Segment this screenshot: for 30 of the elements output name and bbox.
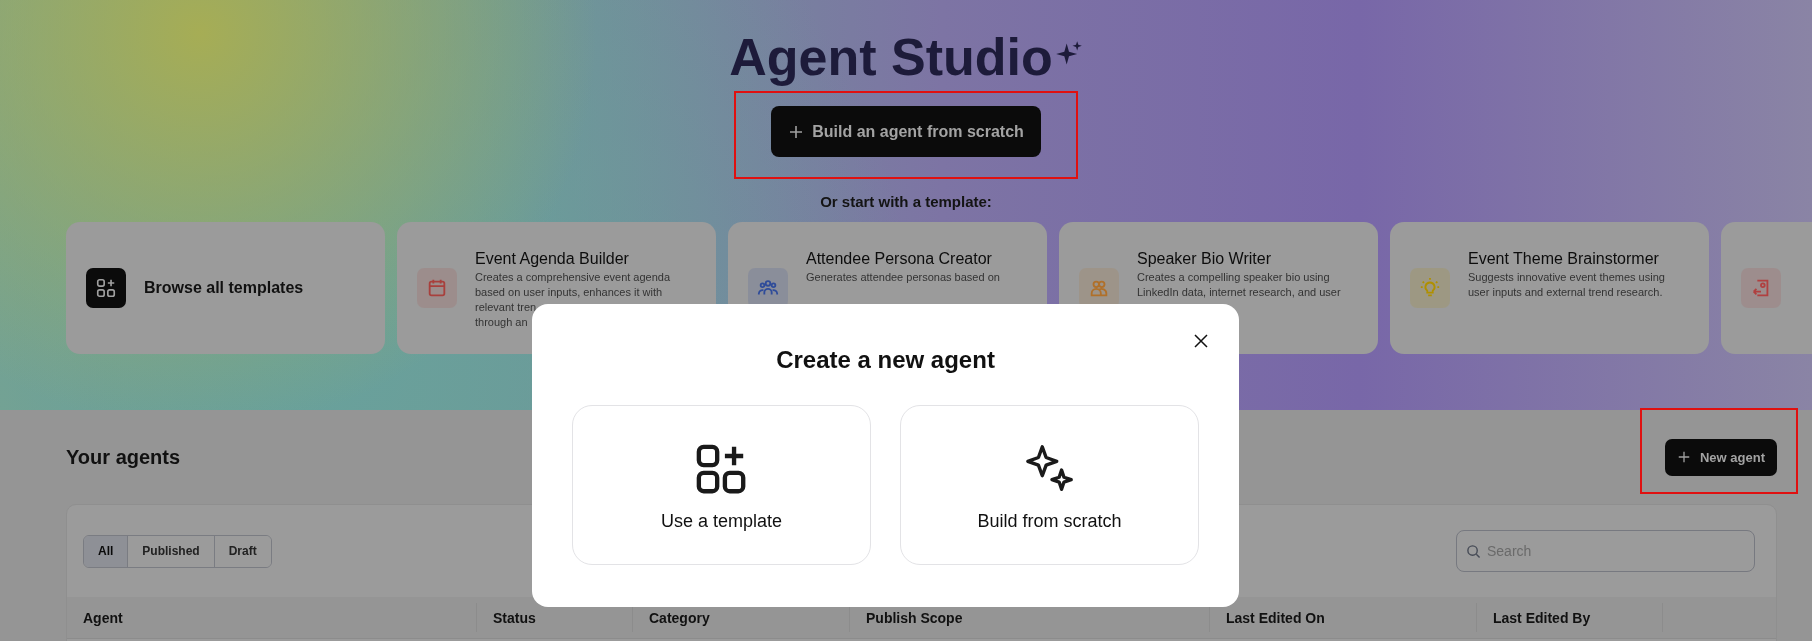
card-description: Creates a compelling speaker bio using LinkedIn data, internet research, and user xyxy=(1137,270,1341,300)
option-card[interactable]: Build from scratch xyxy=(900,405,1199,565)
section-title: Your agents xyxy=(66,445,181,469)
close-icon xyxy=(1193,333,1209,349)
build-agent-button[interactable]: Build an agent from scratch xyxy=(771,106,1041,157)
card-title: Event Theme Brainstormer xyxy=(1468,249,1660,268)
template-card[interactable]: Event Theme Brainstormer Suggests innovative event themes using user inputs and external trend research. xyxy=(1390,222,1709,354)
browse-templates-card[interactable]: Browse all templates xyxy=(66,222,385,354)
new-agent-button[interactable]: New agent xyxy=(1665,438,1777,476)
option-card[interactable]: Use a template xyxy=(572,405,871,565)
template-prompt: Or start with a template: xyxy=(820,193,992,210)
column-header: Last Edited On xyxy=(1226,609,1325,626)
column-header: Last Edited By xyxy=(1493,609,1591,626)
plus-icon xyxy=(788,123,805,140)
card-title: Speaker Bio Writer xyxy=(1137,249,1272,268)
grid-plus-icon xyxy=(86,268,126,308)
card-title: Event Agenda Builder xyxy=(475,249,630,268)
card-description: Creates a comprehensive event agenda based on user inputs, enhances it with relevant tren through an xyxy=(475,270,671,330)
filter-tab[interactable]: All xyxy=(84,535,129,567)
column-header: Publish Scope xyxy=(866,609,963,626)
column-header: Status xyxy=(493,609,536,626)
card-title: Browse all templates xyxy=(144,279,304,297)
column-header: Category xyxy=(649,609,710,626)
page-title: Agent Studio xyxy=(729,28,1053,86)
card-title: Attendee Persona Creator xyxy=(806,249,993,268)
search-icon xyxy=(1466,544,1481,559)
card-description: Generates attendee personas based on xyxy=(806,270,1000,285)
plus-icon xyxy=(1677,450,1691,464)
column-header: Agent xyxy=(83,609,123,626)
card-description: Suggests innovative event themes using user inputs and external trend research. xyxy=(1468,270,1665,300)
